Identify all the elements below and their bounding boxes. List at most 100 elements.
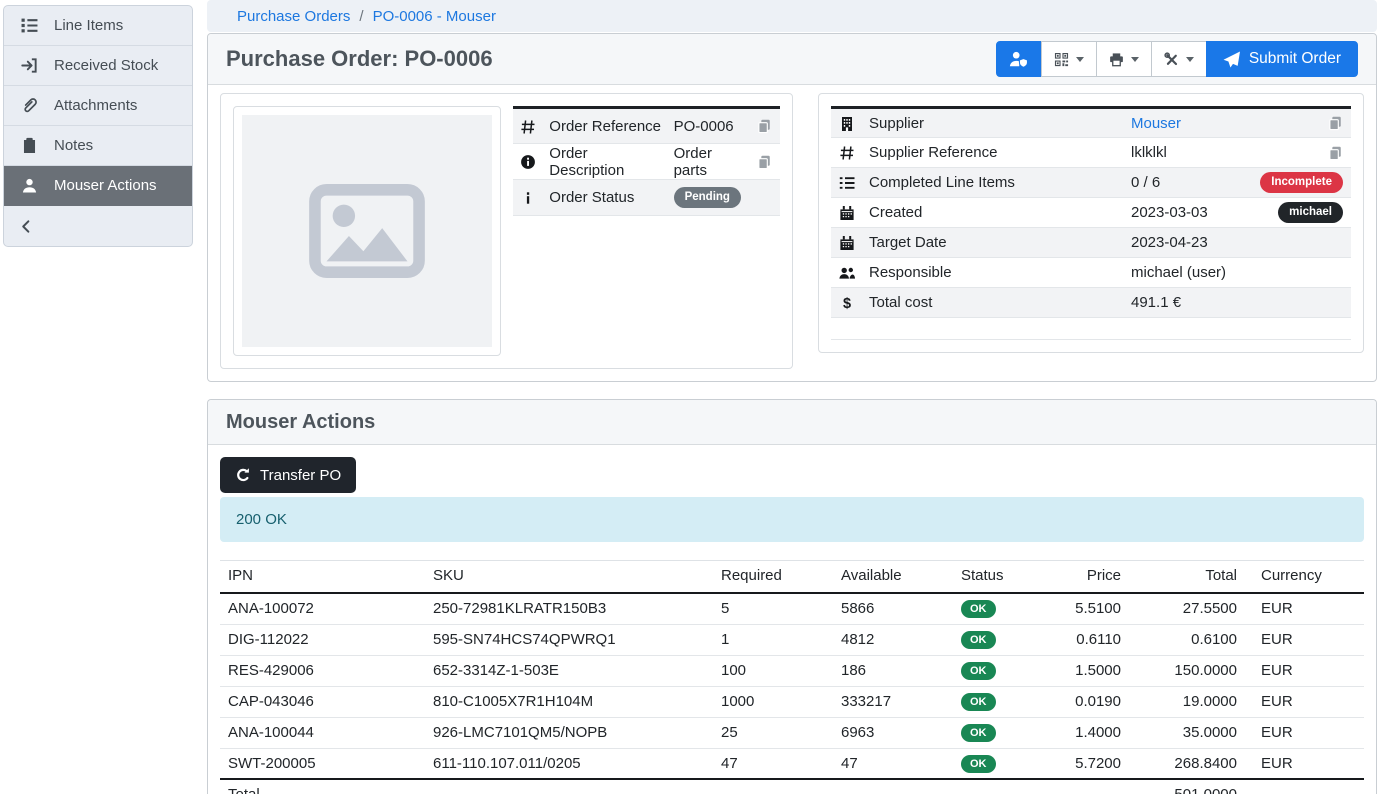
detail-icon-cell <box>513 180 543 216</box>
sidebar: Line Items Received StockAttachments Notes… <box>3 5 193 247</box>
line-item-row-res-429006: RES-429006652-3314Z-1-503E100186OK1.5000… <box>220 655 1364 686</box>
svg-text:$: $ <box>843 296 851 311</box>
ipn-cell: CAP-043046 <box>220 686 425 717</box>
user-icon <box>21 177 38 194</box>
detail-label: Order Reference <box>543 108 667 144</box>
column-header-status: Status <box>953 561 1053 594</box>
total-row-label: Total <box>220 779 425 794</box>
sidebar-item-notes[interactable]: Notes <box>4 126 192 166</box>
copy-button[interactable] <box>1328 116 1343 132</box>
currency-cell: EUR <box>1245 717 1364 748</box>
breadcrumb-link-current[interactable]: PO-0006 - Mouser <box>373 8 496 25</box>
clipboard-icon-wrap <box>18 137 40 154</box>
detail-label: Supplier Reference <box>863 138 1125 168</box>
barcode-menu-button[interactable] <box>1041 41 1097 77</box>
sku-cell: 926-LMC7101QM5/NOPB <box>425 717 713 748</box>
line-items-table: IPNSKURequiredAvailableStatusPriceTotalC… <box>220 560 1364 794</box>
currency-cell: EUR <box>1245 748 1364 779</box>
line-items-table-head: IPNSKURequiredAvailableStatusPriceTotalC… <box>220 561 1364 594</box>
admin-button[interactable] <box>996 41 1042 77</box>
detail-value: lklklkl <box>1125 138 1233 168</box>
transfer-po-button[interactable]: Transfer PO <box>220 457 356 493</box>
image-placeholder <box>242 115 492 347</box>
detail-empty-row <box>831 318 1351 340</box>
detail-label: Responsible <box>863 258 1125 288</box>
detail-extra <box>1233 288 1351 318</box>
sidebar-collapse-button[interactable] <box>4 206 192 246</box>
status-ok-badge: OK <box>961 755 996 773</box>
copy-button[interactable] <box>757 154 772 170</box>
refresh-icon <box>235 467 251 483</box>
total-cell: 27.5500 <box>1129 593 1245 624</box>
caret-down-icon <box>1186 57 1194 66</box>
total-row-spacer <box>425 779 1129 794</box>
copy-icon <box>757 119 772 134</box>
detail-label: Order Description <box>543 144 667 180</box>
sidebar-item-label: Line Items <box>54 17 123 34</box>
order-actions-menu-button[interactable] <box>1151 41 1207 77</box>
mouser-actions-panel: Mouser Actions Transfer PO 200 OK IPNSKU… <box>207 399 1377 794</box>
completed-line-items-value: 0 / 6 <box>1131 174 1160 191</box>
sidebar-item-received-stock[interactable]: Received Stock <box>4 46 192 86</box>
status-cell: OK <box>953 624 1053 655</box>
sku-cell: 810-C1005X7R1H104M <box>425 686 713 717</box>
copy-icon <box>757 155 772 170</box>
breadcrumb-separator: / <box>359 8 363 25</box>
ipn-cell: RES-429006 <box>220 655 425 686</box>
dollar-icon: $ <box>839 295 855 311</box>
detail-icon-cell: $ <box>831 288 863 318</box>
calendar-icon <box>839 235 855 251</box>
detail-row-supplier: SupplierMouser <box>831 108 1351 138</box>
required-cell: 5 <box>713 593 833 624</box>
order-image-box[interactable] <box>233 106 501 356</box>
supplier-link[interactable]: Mouser <box>1131 115 1181 132</box>
total-cost-value: 491.1 € <box>1131 294 1181 311</box>
header-actions: Submit Order <box>996 41 1358 77</box>
ipn-cell: ANA-100072 <box>220 593 425 624</box>
status-cell: OK <box>953 686 1053 717</box>
ipn-cell: ANA-100044 <box>220 717 425 748</box>
detail-extra <box>747 180 780 216</box>
detail-extra <box>1233 138 1351 168</box>
paperclip-icon-wrap <box>18 97 40 114</box>
breadcrumb-link-purchase-orders[interactable]: Purchase Orders <box>237 8 350 25</box>
caret-down-icon <box>1131 57 1139 66</box>
detail-icon-cell <box>513 108 543 144</box>
info-circle-icon <box>520 154 536 170</box>
target-date-value: 2023-04-23 <box>1131 234 1208 251</box>
submit-order-button[interactable]: Submit Order <box>1206 41 1358 77</box>
copy-button[interactable] <box>1328 145 1343 161</box>
purchase-order-header: Purchase Order: PO-0006 <box>208 34 1376 85</box>
detail-label: Target Date <box>863 228 1125 258</box>
order-details-table: Order ReferencePO-0006Order DescriptionO… <box>513 106 780 216</box>
sidebar-item-label: Notes <box>54 137 93 154</box>
detail-icon-cell <box>831 108 863 138</box>
status-alert: 200 OK <box>220 497 1364 542</box>
copy-icon <box>1328 116 1343 131</box>
required-cell: 1000 <box>713 686 833 717</box>
sidebar-item-attachments[interactable]: Attachments <box>4 86 192 126</box>
detail-extra <box>1233 258 1351 288</box>
detail-row-completed-line-items: Completed Line Items0 / 6Incomplete <box>831 168 1351 198</box>
detail-value: 0 / 6 <box>1125 168 1233 198</box>
ipn-cell: SWT-200005 <box>220 748 425 779</box>
detail-extra <box>747 144 780 180</box>
detail-value: 491.1 € <box>1125 288 1233 318</box>
detail-extra <box>747 108 780 144</box>
line-item-row-cap-043046: CAP-043046810-C1005X7R1H104M1000333217OK… <box>220 686 1364 717</box>
currency-cell: EUR <box>1245 593 1364 624</box>
available-cell: 5866 <box>833 593 953 624</box>
detail-row-created: Created2023-03-03michael <box>831 198 1351 228</box>
sidebar-item-line-items[interactable]: Line Items <box>4 6 192 46</box>
detail-value: Mouser <box>1125 108 1233 138</box>
copy-button[interactable] <box>757 119 772 135</box>
supplier-details-table: SupplierMouserSupplier ReferencelklklklC… <box>831 106 1351 340</box>
column-header-currency: Currency <box>1245 561 1364 594</box>
print-menu-button[interactable] <box>1096 41 1152 77</box>
price-cell: 1.4000 <box>1053 717 1129 748</box>
line-item-row-ana-100072: ANA-100072250-72981KLRATR150B355866OK5.5… <box>220 593 1364 624</box>
status-badge: Pending <box>674 187 741 208</box>
available-cell: 47 <box>833 748 953 779</box>
detail-value: 2023-04-23 <box>1125 228 1233 258</box>
sidebar-item-mouser-actions[interactable]: Mouser Actions <box>4 166 192 206</box>
